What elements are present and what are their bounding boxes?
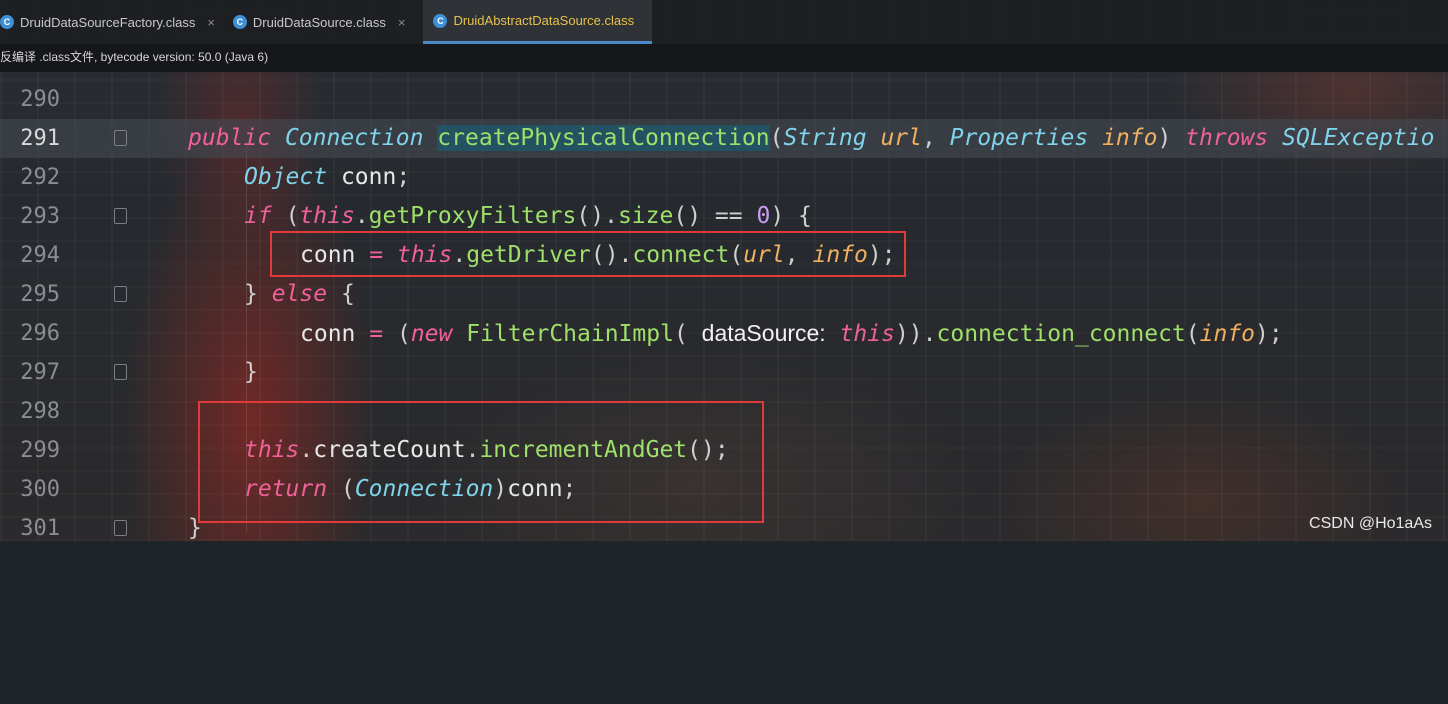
line-number: 290 <box>20 87 60 112</box>
decompiled-info-bar: 反编译 .class文件, bytecode version: 50.0 (Ja… <box>0 44 1448 72</box>
token-punct: ); <box>1255 321 1283 347</box>
tab-label: DruidAbstractDataSource.class <box>453 13 635 28</box>
token-type: SQLExceptio <box>1282 125 1435 151</box>
token-punct: ( <box>396 321 411 347</box>
token-param: info <box>1199 321 1256 347</box>
token-keyword: this <box>839 321 895 347</box>
token-keyword: this <box>299 203 355 229</box>
token-param: url <box>880 125 922 151</box>
token-punct: } <box>244 281 258 307</box>
token-keyword: throws <box>1185 125 1269 151</box>
line-number: 296 <box>20 321 60 346</box>
token-punct: )) <box>894 321 923 347</box>
fold-marker-icon[interactable] <box>114 364 127 380</box>
close-icon[interactable]: × <box>207 15 215 30</box>
token-variable: conn <box>300 321 356 347</box>
token-punct: { <box>798 203 812 229</box>
tab-label: DruidDataSourceFactory.class <box>20 14 196 30</box>
token-method-name: createPhysicalConnection <box>437 125 770 151</box>
fold-marker-icon[interactable] <box>114 130 127 146</box>
code-line-297: 297 } <box>0 353 1448 392</box>
token-keyword: new <box>410 321 453 347</box>
line-number: 295 <box>20 282 60 307</box>
decompiled-info-text: 反编译 .class文件, bytecode version: 50.0 (Ja… <box>0 50 269 64</box>
token-type: Object <box>244 164 328 190</box>
code-line-292: 292 Object conn; <box>0 158 1448 197</box>
token-punct: () <box>673 203 702 229</box>
class-file-icon: C <box>433 13 448 28</box>
token-punct: . <box>604 203 618 229</box>
token-keyword: if <box>244 203 272 229</box>
fold-marker-icon[interactable] <box>114 286 127 302</box>
token-type: Properties <box>949 125 1089 151</box>
line-number: 301 <box>20 516 60 541</box>
token-punct: () <box>576 203 605 229</box>
tab-label: DruidDataSource.class <box>252 14 386 30</box>
editor-tab-bar: C DruidDataSourceFactory.class × C Druid… <box>0 0 1448 44</box>
highlight-box-return <box>198 401 764 523</box>
token-param: info <box>1102 125 1158 151</box>
token-method: size <box>617 203 674 229</box>
code-line-290: 290 <box>0 80 1448 119</box>
line-number: 294 <box>20 243 60 268</box>
token-type: Connection <box>284 125 424 151</box>
line-number: 299 <box>20 438 60 463</box>
code-editor[interactable]: 290 291 public Connection createPhysical… <box>0 72 1448 541</box>
token-operator: == <box>714 203 743 229</box>
token-method: getProxyFilters <box>368 203 577 229</box>
token-punct: ) <box>770 203 785 229</box>
tab-druid-datasource-factory[interactable]: C DruidDataSourceFactory.class × <box>0 0 233 44</box>
token-punct: , <box>922 125 936 151</box>
token-punct: } <box>244 359 258 385</box>
token-method: connection_connect <box>936 321 1186 347</box>
token-keyword: public <box>188 125 272 151</box>
line-number: 300 <box>20 477 60 502</box>
fold-marker-icon[interactable] <box>114 520 127 536</box>
parameter-hint: dataSource: <box>701 320 826 346</box>
token-class: FilterChainImpl <box>466 321 674 347</box>
highlight-box-connect <box>270 231 906 277</box>
token-punct: ( <box>1185 321 1200 347</box>
token-operator: = <box>369 321 384 347</box>
class-file-icon: C <box>0 15 14 29</box>
token-type: String <box>783 125 867 151</box>
tab-druid-abstract-datasource[interactable]: C DruidAbstractDataSource.class <box>423 0 653 44</box>
code-line-296: 296 conn = (new FilterChainImpl( dataSou… <box>0 314 1448 353</box>
close-icon[interactable]: × <box>398 15 406 30</box>
line-number: 297 <box>20 360 60 385</box>
token-variable: conn <box>340 164 397 190</box>
code-line-291: 291 public Connection createPhysicalConn… <box>0 119 1448 158</box>
fold-marker-icon[interactable] <box>114 208 127 224</box>
line-number: 291 <box>20 126 60 151</box>
line-number: 298 <box>20 399 60 424</box>
token-punct: ( <box>769 125 784 151</box>
watermark: CSDN @Ho1aAs <box>1309 515 1432 532</box>
token-keyword: else <box>271 281 328 307</box>
token-punct: ( <box>285 203 300 229</box>
token-punct: . <box>354 203 369 229</box>
token-number: 0 <box>756 203 771 229</box>
token-punct: ; <box>396 164 411 190</box>
class-file-icon: C <box>232 15 247 29</box>
token-punct: ( <box>673 321 688 347</box>
code-line-295: 295 } else { <box>0 275 1448 314</box>
tab-druid-datasource[interactable]: C DruidDataSource.class × <box>232 0 424 44</box>
line-number: 293 <box>20 204 60 229</box>
line-number: 292 <box>20 165 60 190</box>
token-punct: ) <box>1157 125 1172 151</box>
token-punct: { <box>340 281 355 307</box>
token-punct: . <box>922 321 937 347</box>
